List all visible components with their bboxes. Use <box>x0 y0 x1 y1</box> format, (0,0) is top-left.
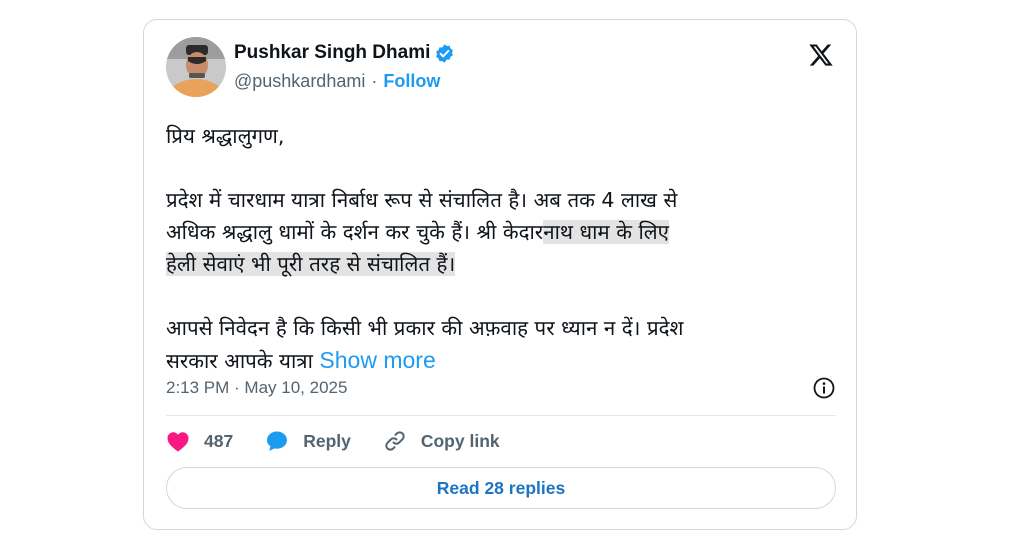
highlighted-text: नाथ धाम के लिए <box>543 220 670 244</box>
reply-button[interactable]: Reply <box>265 429 351 453</box>
tweet-text: प्रिय श्रद्धालुगण, प्रदेश में चारधाम यात… <box>166 120 836 377</box>
tweet-paragraph-line: आपसे निवेदन है कि किसी भी प्रकार की अफ़व… <box>166 316 684 340</box>
follow-button[interactable]: Follow <box>383 71 440 92</box>
avatar-image <box>166 37 226 97</box>
highlighted-text: हेली सेवाएं भी पूरी तरह से संचालित हैं। <box>166 252 456 276</box>
tweet-text-segment: सरकार आपके यात्रा <box>166 349 320 373</box>
author-block: Pushkar Singh Dhami @pushkardhami · Foll… <box>234 41 455 92</box>
author-handle[interactable]: @pushkardhami <box>234 71 365 92</box>
timestamp[interactable]: 2:13 PM · May 10, 2025 <box>166 378 347 398</box>
tweet-meta: 2:13 PM · May 10, 2025 <box>166 376 836 400</box>
divider <box>166 415 836 416</box>
like-button[interactable]: 487 <box>166 430 233 452</box>
tweet-paragraph-line: हेली सेवाएं भी पूरी तरह से संचालित हैं। <box>166 248 836 280</box>
heart-icon <box>167 432 189 452</box>
separator-dot: · <box>371 71 378 91</box>
tweet-greeting: प्रिय श्रद्धालुगण, <box>166 124 285 148</box>
tweet-text-segment: अधिक श्रद्धालु धामों के दर्शन कर चुके है… <box>166 220 544 244</box>
reply-bubble-icon <box>267 431 288 451</box>
author-name[interactable]: Pushkar Singh Dhami <box>234 42 430 64</box>
read-replies-label: Read 28 replies <box>436 477 566 498</box>
tweet-paragraph-line: प्रदेश में चारधाम यात्रा निर्बाध रूप से … <box>166 188 678 212</box>
info-icon[interactable] <box>812 376 836 400</box>
copy-link-label: Copy link <box>420 430 500 451</box>
tweet-embed-card: Pushkar Singh Dhami @pushkardhami · Foll… <box>143 19 857 530</box>
tweet-paragraph-line: सरकार आपके यात्रा Show more <box>166 344 836 377</box>
like-count: 487 <box>204 430 234 451</box>
show-more-link[interactable]: Show more <box>319 347 435 373</box>
read-replies-button[interactable]: Read 28 replies <box>166 467 836 509</box>
avatar[interactable] <box>166 37 226 97</box>
link-icon <box>385 431 405 451</box>
x-logo-icon[interactable] <box>808 42 834 68</box>
reply-label: Reply <box>303 430 351 451</box>
verified-badge-icon <box>436 43 454 63</box>
tweet-paragraph-line: अधिक श्रद्धालु धामों के दर्शन कर चुके है… <box>166 216 836 248</box>
copy-link-button[interactable]: Copy link <box>383 429 500 453</box>
action-bar: 487 Reply Copy link <box>166 428 532 454</box>
